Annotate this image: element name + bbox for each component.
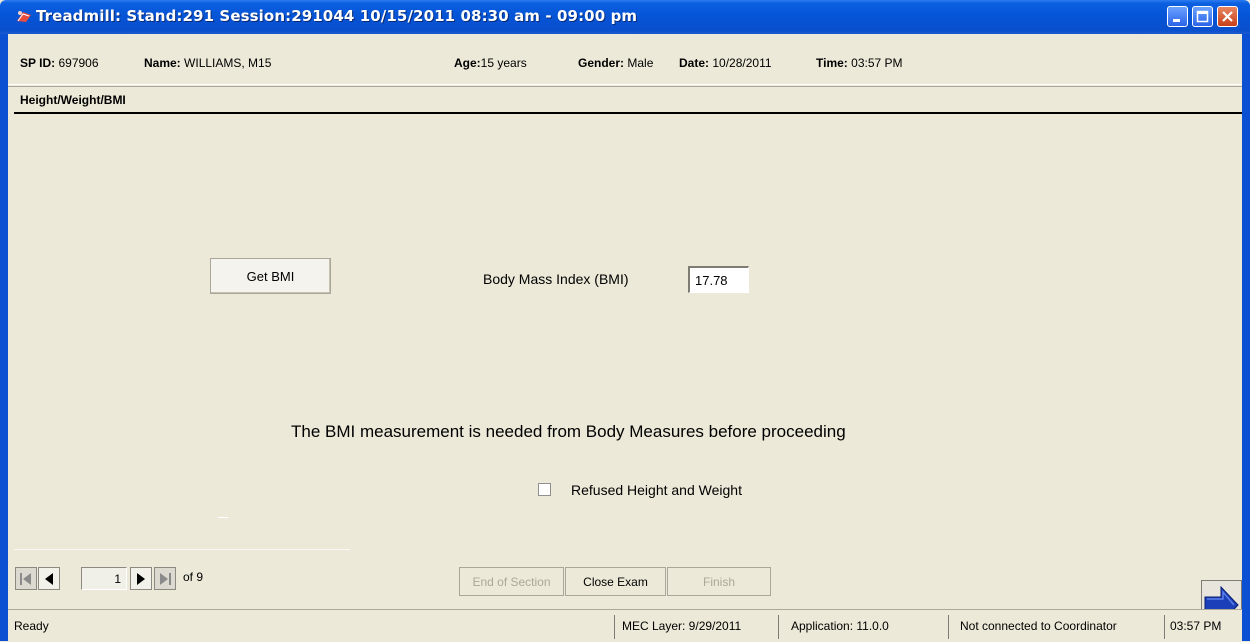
first-page-button[interactable] bbox=[15, 567, 37, 590]
coordinator-connection-status: Not connected to Coordinator bbox=[960, 619, 1117, 633]
sp-id-field: SP ID: 697906 bbox=[20, 56, 99, 70]
bmi-required-message: The BMI measurement is needed from Body … bbox=[291, 422, 846, 441]
last-page-icon bbox=[160, 573, 171, 585]
refused-height-weight-label[interactable]: Refused Height and Weight bbox=[571, 482, 742, 498]
finish-button[interactable]: Finish bbox=[667, 567, 771, 596]
get-bmi-button[interactable]: Get BMI bbox=[210, 258, 331, 294]
status-divider bbox=[1164, 615, 1165, 639]
header-divider bbox=[8, 84, 1242, 85]
mec-layer-status: MEC Layer: 9/29/2011 bbox=[622, 619, 742, 633]
previous-page-button[interactable] bbox=[38, 567, 60, 590]
status-divider bbox=[614, 615, 615, 639]
maximize-button[interactable] bbox=[1192, 6, 1213, 27]
end-of-section-button[interactable]: End of Section bbox=[459, 567, 564, 596]
bmi-value-field[interactable]: 17.78 bbox=[688, 266, 749, 293]
maximize-icon bbox=[1196, 10, 1209, 23]
treadmill-app-icon bbox=[17, 11, 31, 22]
title-bar[interactable]: Treadmill: Stand:291 Session:291044 10/1… bbox=[0, 0, 1250, 34]
close-exam-button[interactable]: Close Exam bbox=[565, 567, 666, 596]
gender-field: Gender: Male bbox=[578, 56, 654, 70]
date-field: Date: 10/28/2011 bbox=[679, 56, 772, 70]
section-divider bbox=[14, 112, 1242, 114]
bmi-label: Body Mass Index (BMI) bbox=[483, 271, 629, 287]
content-divider bbox=[14, 549, 350, 550]
refused-height-weight-checkbox[interactable] bbox=[538, 483, 551, 496]
application-version-status: Application: 11.0.0 bbox=[791, 619, 889, 633]
status-divider bbox=[948, 615, 949, 639]
next-page-icon bbox=[137, 573, 145, 585]
last-page-button[interactable] bbox=[154, 567, 176, 590]
status-divider bbox=[778, 615, 779, 639]
close-icon bbox=[1222, 11, 1233, 22]
status-clock: 03:57 PM bbox=[1170, 619, 1222, 633]
minimize-icon bbox=[1173, 19, 1180, 22]
close-button[interactable] bbox=[1217, 6, 1238, 27]
name-field: Name: WILLIAMS, M15 bbox=[144, 56, 272, 70]
previous-page-icon bbox=[45, 573, 53, 585]
section-title: Height/Weight/BMI bbox=[20, 93, 126, 107]
decorative-dash bbox=[218, 517, 228, 518]
minimize-button[interactable] bbox=[1167, 6, 1188, 27]
page-number-input[interactable]: 1 bbox=[81, 567, 127, 590]
age-field: Age:15 years bbox=[454, 56, 527, 70]
participant-header: SP ID: 697906 Name: WILLIAMS, M15 Age:15… bbox=[8, 34, 1242, 86]
first-page-icon bbox=[20, 573, 31, 585]
page-count-label: of 9 bbox=[183, 570, 204, 584]
window-frame-left bbox=[0, 34, 8, 641]
time-field: Time: 03:57 PM bbox=[816, 56, 903, 70]
window-title: Treadmill: Stand:291 Session:291044 10/1… bbox=[36, 7, 638, 25]
window-frame-right bbox=[1242, 34, 1250, 641]
status-text: Ready bbox=[14, 619, 49, 633]
next-page-button[interactable] bbox=[130, 567, 152, 590]
header-divider-shadow bbox=[8, 86, 1242, 87]
